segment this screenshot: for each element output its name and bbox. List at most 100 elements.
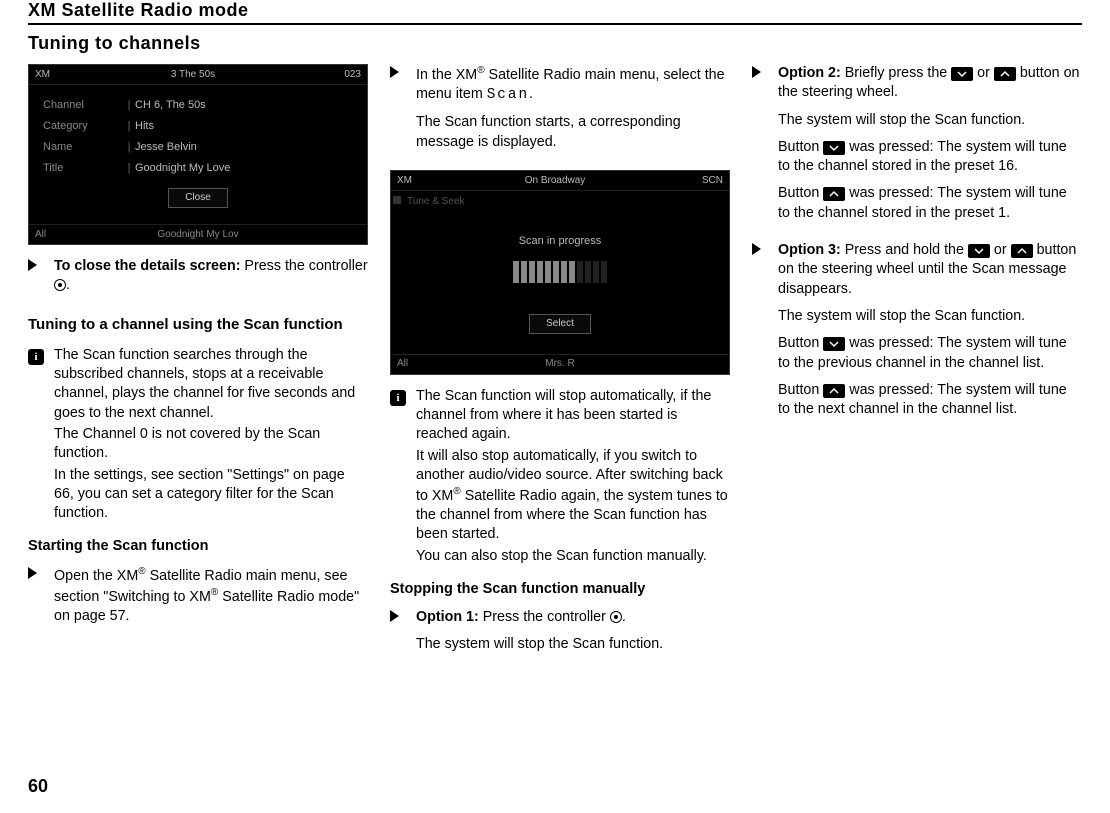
text: .: [529, 86, 533, 102]
foot-center: Goodnight My Lov: [85, 228, 311, 242]
step-text: Open the XM® Satellite Radio main menu, …: [54, 565, 368, 626]
sub-heading-scan: Tuning to a channel using the Scan funct…: [28, 315, 368, 335]
triangle-icon: [752, 66, 761, 78]
progress-bar: [512, 261, 608, 288]
info-marker: i: [390, 387, 416, 568]
screenshot-footbar: All Mrs. R: [391, 354, 729, 374]
triangle-icon: [28, 567, 37, 579]
step-marker: [28, 257, 54, 304]
text: Button: [778, 335, 823, 351]
row-sep: |: [123, 119, 135, 134]
info-content: The Scan function will stop automaticall…: [416, 387, 730, 568]
step-marker: [390, 64, 416, 160]
row-value: Goodnight My Love: [135, 161, 353, 176]
info-text: The Scan function searches through the s…: [54, 346, 368, 423]
screenshot-row: Title|Goodnight My Love: [43, 158, 353, 179]
up-button-icon: [823, 384, 845, 398]
step-content: Option 2: Briefly press the or button on…: [778, 64, 1082, 231]
screenshot-row: Channel|CH 6, The 50s: [43, 95, 353, 116]
down-button-icon: [823, 141, 845, 155]
step-text: Button was pressed: The system will tune…: [778, 184, 1082, 223]
info-content: The Scan function searches through the s…: [54, 346, 368, 526]
select-button: Select: [529, 314, 591, 334]
subline-text: Tune & Seek: [407, 196, 464, 207]
step-text: In the XM® Satellite Radio main menu, se…: [416, 64, 730, 105]
screenshot-body: Channel|CH 6, The 50s Category|Hits Name…: [29, 85, 367, 224]
screenshot-button-row: Close: [43, 178, 353, 214]
step-marker: [752, 241, 778, 427]
screenshot-subline: Tune & Seek: [391, 191, 729, 213]
step-text: To close the details screen: Press the c…: [54, 257, 368, 296]
text: Briefly press the: [841, 65, 951, 81]
registered-mark: ®: [138, 566, 145, 577]
foot-center: Mrs. R: [447, 357, 673, 371]
step-marker: [28, 565, 54, 634]
step-content: Option 1: Press the controller . The sys…: [416, 608, 730, 663]
screenshot-brand: XM: [397, 174, 437, 188]
row-label: Channel: [43, 98, 123, 113]
text: .: [66, 277, 70, 293]
step-option-2: Option 2: Briefly press the or button on…: [752, 64, 1082, 231]
step-marker: [752, 64, 778, 231]
info-text: The Scan function will stop automaticall…: [416, 387, 730, 445]
row-label: Category: [43, 119, 123, 134]
row-label: Name: [43, 140, 123, 155]
close-button: Close: [168, 188, 228, 208]
page-number: 60: [28, 776, 48, 797]
chapter-title: XM Satellite Radio mode: [28, 0, 1082, 25]
scan-screenshot: XM On Broadway SCN Tune & Seek Scan in p…: [390, 170, 730, 375]
up-button-icon: [994, 67, 1016, 81]
text: or: [973, 65, 994, 81]
info-text: In the settings, see section "Settings" …: [54, 466, 368, 524]
page: XM Satellite Radio mode Tuning to channe…: [0, 0, 1110, 813]
sub-sub-heading-stop: Stopping the Scan function manually: [390, 580, 730, 600]
screenshot-top-center: On Broadway: [437, 174, 673, 188]
screenshot-row: Name|Jesse Belvin: [43, 137, 353, 158]
info-icon: i: [390, 390, 406, 406]
screenshot-topbar: XM On Broadway SCN: [391, 171, 729, 191]
controller-icon: [54, 279, 66, 291]
row-value: Hits: [135, 119, 353, 134]
info-block: i The Scan function searches through the…: [28, 346, 368, 526]
registered-mark: ®: [453, 486, 460, 497]
step-content: Open the XM® Satellite Radio main menu, …: [54, 565, 368, 634]
step-text: Button was pressed: The system will tune…: [778, 334, 1082, 373]
step-option-1: Option 1: Press the controller . The sys…: [390, 608, 730, 663]
step-text: The system will stop the Scan function.: [778, 307, 1082, 326]
screenshot-top-right: SCN: [673, 174, 723, 188]
info-text: The Channel 0 is not covered by the Scan…: [54, 425, 368, 464]
row-sep: |: [123, 98, 135, 113]
triangle-icon: [390, 66, 399, 78]
text: Button: [778, 382, 823, 398]
info-text: It will also stop automatically, if you …: [416, 447, 730, 545]
scan-message: Scan in progress: [405, 234, 715, 249]
down-button-icon: [968, 244, 990, 258]
info-block: i The Scan function will stop automatica…: [390, 387, 730, 568]
text: Press the controller: [240, 258, 367, 274]
up-button-icon: [823, 187, 845, 201]
text: Press and hold the: [841, 242, 968, 258]
triangle-icon: [752, 243, 761, 255]
down-button-icon: [951, 67, 973, 81]
text: Satellite Radio again, the system tunes …: [416, 488, 728, 543]
text: or: [990, 242, 1011, 258]
row-label: Title: [43, 161, 123, 176]
dot-icon: [393, 196, 401, 204]
screenshot-brand: XM: [35, 68, 75, 82]
row-sep: |: [123, 140, 135, 155]
bold-text: Option 2:: [778, 65, 841, 81]
column-3: Option 2: Briefly press the or button on…: [752, 64, 1082, 672]
columns: XM 3 The 50s 023 Channel|CH 6, The 50s C…: [28, 64, 1082, 672]
text: Press the controller: [479, 609, 610, 625]
step-text: The system will stop the Scan function.: [416, 635, 730, 654]
row-value: Jesse Belvin: [135, 140, 353, 155]
step-open-menu: Open the XM® Satellite Radio main menu, …: [28, 565, 368, 634]
screenshot-body: Scan in progress Select: [391, 212, 729, 353]
screenshot-button-row: Select: [405, 304, 715, 340]
step-marker: [390, 608, 416, 663]
up-button-icon: [1011, 244, 1033, 258]
step-text: Button was pressed: The system will tune…: [778, 138, 1082, 177]
screenshot-top-center: 3 The 50s: [75, 68, 311, 82]
info-text: You can also stop the Scan function manu…: [416, 547, 730, 566]
foot-left: All: [397, 357, 447, 371]
